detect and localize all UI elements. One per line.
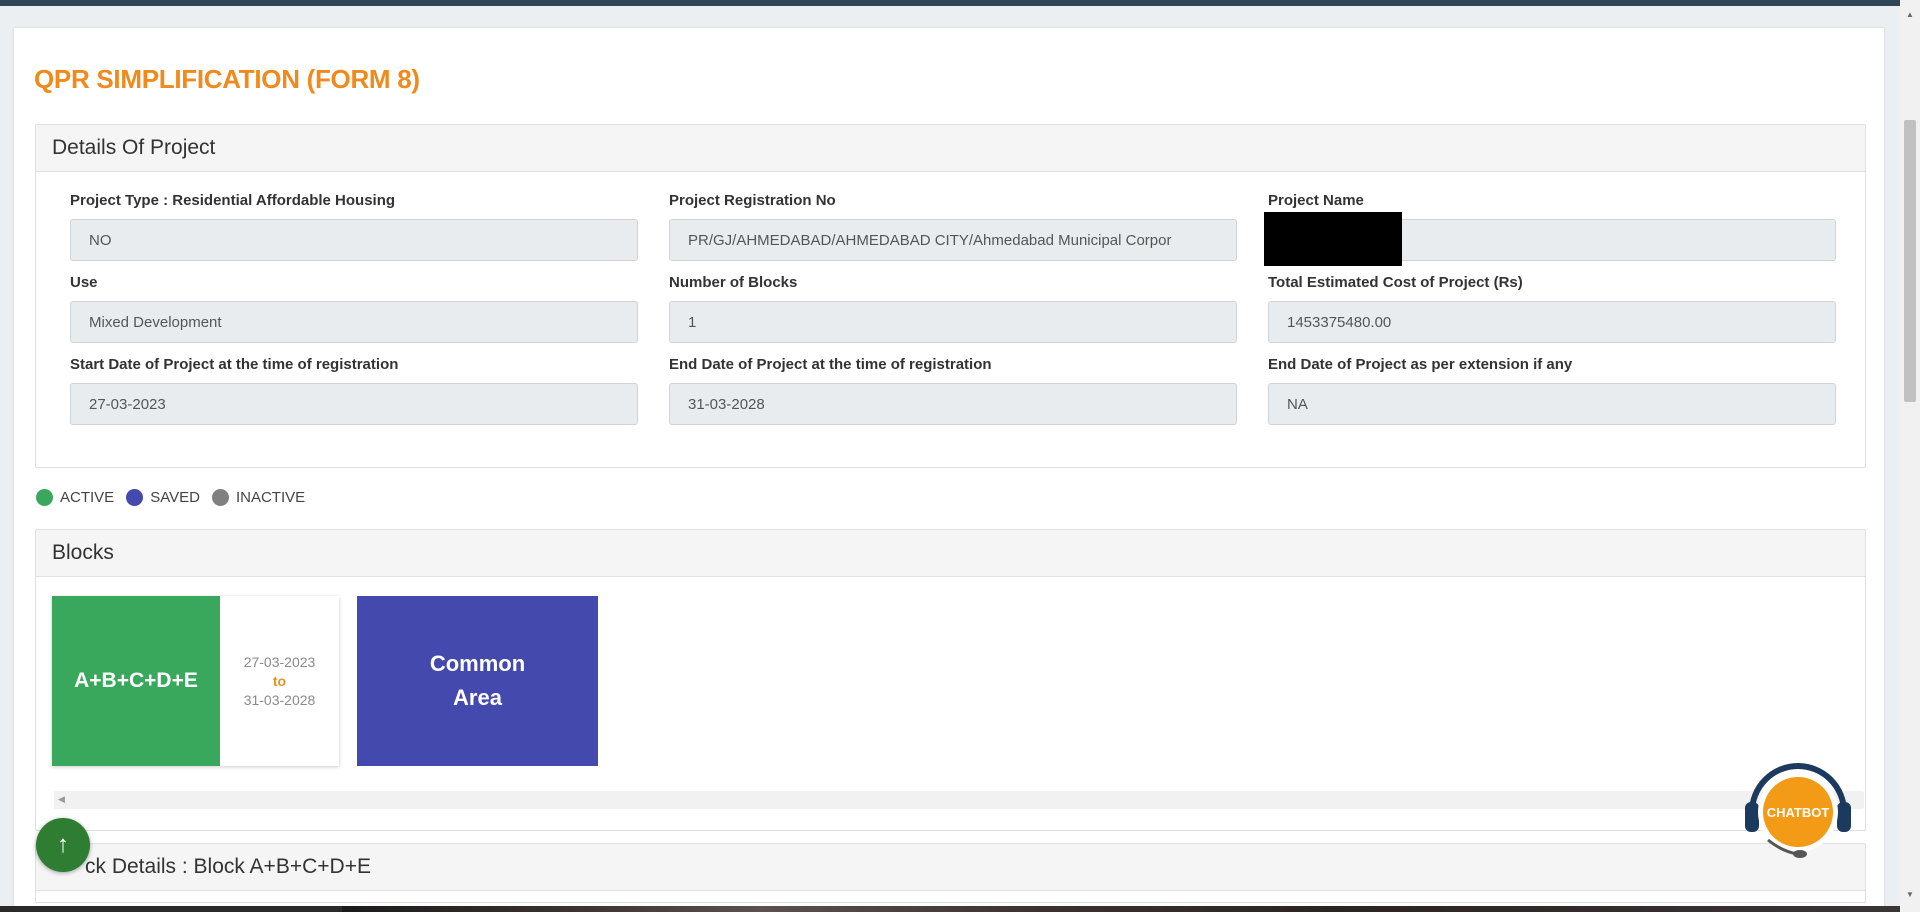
use-value[interactable]: Mixed Development [70,301,638,343]
start-date-value[interactable]: 27-03-2023 [70,383,638,425]
legend-saved-label: SAVED [150,489,200,506]
total-cost-field: Total Estimated Cost of Project (Rs) 145… [1268,273,1836,343]
number-of-blocks-value[interactable]: 1 [669,301,1237,343]
legend-active-label: ACTIVE [60,489,115,506]
project-type-value[interactable]: NO [70,219,638,261]
chatbot-label: CHATBOT [1767,805,1830,820]
project-name-label: Project Name [1268,192,1364,209]
redacted-block [1264,212,1402,266]
block-card-common-area[interactable]: Common Area [357,596,598,766]
end-date-value[interactable]: 31-03-2028 [669,383,1237,425]
bottom-bar [0,906,1900,912]
block-start-date: 27-03-2023 [243,653,316,670]
block-dates: 27-03-2023 to 31-03-2028 [220,596,339,766]
project-type-field: Project Type : Residential Affordable Ho… [70,191,638,261]
legend-inactive: INACTIVE [211,489,306,506]
block-details-heading: ck Details : Block A+B+C+D+E [36,844,1865,891]
chatbot-headset-icon: CHATBOT [1745,763,1851,858]
scroll-down-icon[interactable]: ▼ [1906,890,1914,899]
block-end-date: 31-03-2028 [243,691,316,708]
project-type-label: Project Type : Residential Affordable Ho… [70,192,396,209]
legend-saved: SAVED [126,489,200,506]
top-bar [0,0,1920,6]
registration-no-value[interactable]: PR/GJ/AHMEDABAD/AHMEDABAD CITY/Ahmedabad… [669,219,1237,261]
blocks-horizontal-scrollbar[interactable]: ◀ [54,791,1864,809]
registration-no-field: Project Registration No PR/GJ/AHMEDABAD/… [669,191,1237,261]
common-area-line1: Common [429,651,526,676]
status-legend: ACTIVE SAVED INACTIVE [36,489,317,506]
use-label: Use [70,274,98,291]
blocks-panel-heading: Blocks [36,530,1865,577]
legend-inactive-label: INACTIVE [235,489,306,506]
registration-no-label: Project Registration No [669,192,836,209]
page-vertical-scrollbar[interactable]: ▲ ▼ [1900,0,1920,912]
block-card-abcde[interactable]: A+B+C+D+E 27-03-2023 to 31-03-2028 [52,596,339,766]
active-dot-icon [36,489,53,506]
end-date-field: End Date of Project at the time of regis… [669,355,1237,425]
block-date-separator: to [272,672,287,689]
scrollbar-thumb[interactable] [1904,120,1916,402]
scroll-left-icon[interactable]: ◀ [58,794,65,805]
scroll-up-icon[interactable]: ▲ [1906,10,1914,19]
page-title: QPR SIMPLIFICATION (FORM 8) [34,64,420,94]
saved-dot-icon [126,489,144,506]
legend-active: ACTIVE [36,489,114,506]
details-panel-heading: Details Of Project [36,125,1865,172]
chatbot-button[interactable]: CHATBOT [1738,740,1858,860]
common-area-line2: Area [453,685,502,710]
extension-date-label: End Date of Project as per extension if … [1268,356,1573,373]
scroll-to-top-button[interactable]: ↑ [36,818,90,872]
block-name-abcde[interactable]: A+B+C+D+E [52,596,220,766]
number-of-blocks-label: Number of Blocks [669,274,798,291]
extension-date-value[interactable]: NA [1268,383,1836,425]
extension-date-field: End Date of Project as per extension if … [1268,355,1836,425]
total-cost-value[interactable]: 1453375480.00 [1268,301,1836,343]
end-date-label: End Date of Project at the time of regis… [669,356,992,373]
start-date-label: Start Date of Project at the time of reg… [70,356,399,373]
start-date-field: Start Date of Project at the time of reg… [70,355,638,425]
inactive-dot-icon [211,489,229,506]
number-of-blocks-field: Number of Blocks 1 [669,273,1237,343]
use-field: Use Mixed Development [70,273,638,343]
arrow-up-icon: ↑ [57,831,69,858]
total-cost-label: Total Estimated Cost of Project (Rs) [1268,274,1523,291]
block-details-panel: ck Details : Block A+B+C+D+E [35,843,1866,903]
